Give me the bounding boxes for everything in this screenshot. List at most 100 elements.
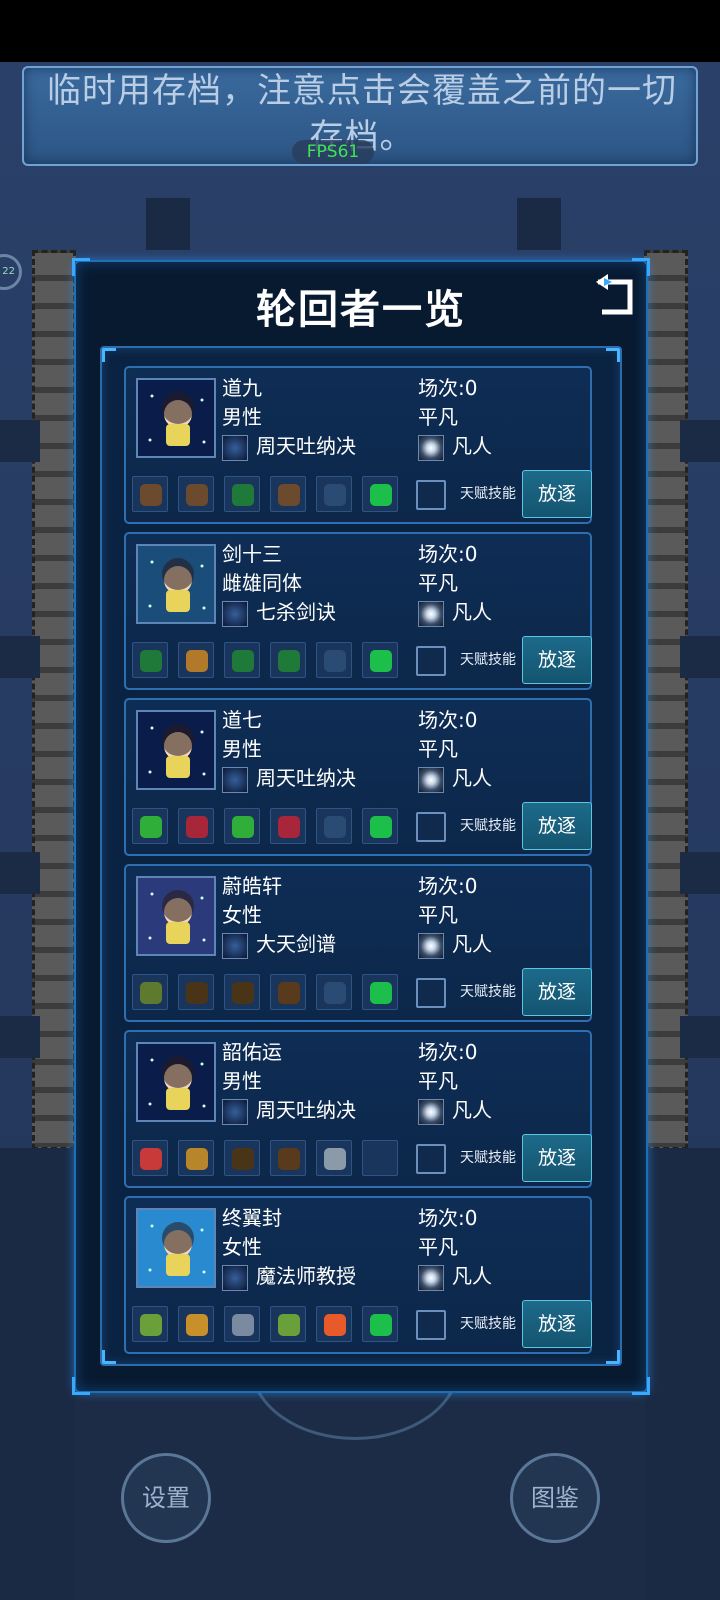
talent-skill-slot[interactable] [416,978,446,1008]
exile-button[interactable]: 放逐 [522,1300,592,1348]
equipment-slot[interactable] [362,1306,398,1342]
equipment-slot[interactable] [178,808,214,844]
realm-label: 凡人 [452,766,492,790]
equipment-slot[interactable] [224,642,260,678]
realm-icon [418,601,444,627]
equipment-slot[interactable] [316,642,352,678]
skill-name: 魔法师教授 [256,1264,356,1288]
equipment-slot[interactable] [316,1140,352,1176]
character-avatar[interactable] [136,1042,216,1122]
talent-skill-slot[interactable] [416,1310,446,1340]
item-icon [140,816,162,838]
talent-skill-slot[interactable] [416,812,446,842]
pillar [146,198,190,250]
item-icon [324,484,346,506]
stone-wall-right [644,250,688,1150]
exile-button[interactable]: 放逐 [522,636,592,684]
exile-button[interactable]: 放逐 [522,802,592,850]
wall-band [0,636,40,678]
character-avatar[interactable] [136,1208,216,1288]
return-arrow-icon[interactable] [592,274,638,320]
equipment-slot[interactable] [316,974,352,1010]
equipment-slot[interactable] [270,642,306,678]
realm-icon [418,435,444,461]
equipment-slot[interactable] [132,1140,168,1176]
character-avatar[interactable] [136,710,216,790]
settings-button[interactable]: 设置 [121,1453,211,1543]
rounds-count: 场次:0 [418,874,478,898]
dialog-title: 轮回者一览 [256,287,466,333]
dialog-corner [72,258,90,276]
exile-button[interactable]: 放逐 [522,1134,592,1182]
list-corner [102,1350,116,1364]
reincarnator-card[interactable]: 剑十三 雌雄同体 七杀剑诀 场次:0 平凡 凡人 天赋技能 放逐 [124,532,592,690]
character-avatar[interactable] [136,544,216,624]
equipment-slot[interactable] [270,808,306,844]
equipment-slot[interactable] [316,1306,352,1342]
reincarnator-card[interactable]: 道七 男性 周天吐纳决 场次:0 平凡 凡人 天赋技能 放逐 [124,698,592,856]
equipment-slot[interactable] [224,974,260,1010]
skill-icon [222,1265,248,1291]
equipment-slot[interactable] [362,476,398,512]
equipment-slot[interactable] [178,974,214,1010]
talent-skill-slot[interactable] [416,480,446,510]
equipment-slot[interactable] [178,642,214,678]
rank-label: 平凡 [418,737,458,761]
equipment-slot[interactable] [224,1140,260,1176]
equipment-slot[interactable] [132,974,168,1010]
codex-button[interactable]: 图鉴 [510,1453,600,1543]
reincarnator-list[interactable]: 道九 男性 周天吐纳决 场次:0 平凡 凡人 天赋技能 放逐 剑十三 雌雄同体 … [100,346,622,1366]
exile-button[interactable]: 放逐 [522,470,592,518]
equipment-slot[interactable] [316,476,352,512]
equipment-slot[interactable] [270,1306,306,1342]
character-avatar[interactable] [136,378,216,458]
equipment-slot[interactable] [178,476,214,512]
item-icon [370,650,392,672]
item-icon [186,1148,208,1170]
equipment-slot[interactable] [132,1306,168,1342]
character-avatar[interactable] [136,876,216,956]
equipment-slot[interactable] [178,1306,214,1342]
talent-skill-slot[interactable] [416,646,446,676]
equipment-slot[interactable] [224,476,260,512]
equipment-slot[interactable] [362,808,398,844]
dialog-corner [632,1377,650,1395]
item-icon [278,1148,300,1170]
talent-skill-label: 天赋技能 [460,652,516,668]
exile-button[interactable]: 放逐 [522,968,592,1016]
equipment-slot[interactable] [224,808,260,844]
item-icon [232,650,254,672]
pillar [517,198,561,250]
reincarnator-card[interactable]: 蔚皓轩 女性 大天剑谱 场次:0 平凡 凡人 天赋技能 放逐 [124,864,592,1022]
equipment-slot[interactable] [132,808,168,844]
equipment-slot[interactable] [362,1140,398,1176]
item-icon [186,650,208,672]
reincarnator-card[interactable]: 韶佑运 男性 周天吐纳决 场次:0 平凡 凡人 天赋技能 放逐 [124,1030,592,1188]
item-icon [232,982,254,1004]
talent-skill-slot[interactable] [416,1144,446,1174]
equipment-slot[interactable] [132,476,168,512]
list-corner [606,348,620,362]
floor-panel [645,1148,720,1600]
equipment-slot[interactable] [362,642,398,678]
reincarnator-card[interactable]: 道九 男性 周天吐纳决 场次:0 平凡 凡人 天赋技能 放逐 [124,366,592,524]
equipment-slot[interactable] [270,1140,306,1176]
equipment-slot[interactable] [224,1306,260,1342]
realm-icon [418,1265,444,1291]
equipment-slot[interactable] [178,1140,214,1176]
equipment-slot[interactable] [362,974,398,1010]
talent-skill-label: 天赋技能 [460,1150,516,1166]
item-icon [278,650,300,672]
equipment-slot[interactable] [132,642,168,678]
item-icon [232,816,254,838]
equipment-slot[interactable] [270,974,306,1010]
item-icon [324,982,346,1004]
reincarnator-dialog: 轮回者一览 道九 男性 周天吐纳决 场次:0 平凡 凡人 天赋技能 放逐 剑十三… [72,258,650,1395]
reincarnator-card[interactable]: 终翼封 女性 魔法师教授 场次:0 平凡 凡人 天赋技能 放逐 [124,1196,592,1354]
equipment-slot[interactable] [270,476,306,512]
equipment-slot[interactable] [316,808,352,844]
character-gender: 男性 [222,737,262,761]
skill-name: 七杀剑诀 [256,600,336,624]
character-name: 道七 [222,708,262,732]
item-icon [370,1148,392,1170]
